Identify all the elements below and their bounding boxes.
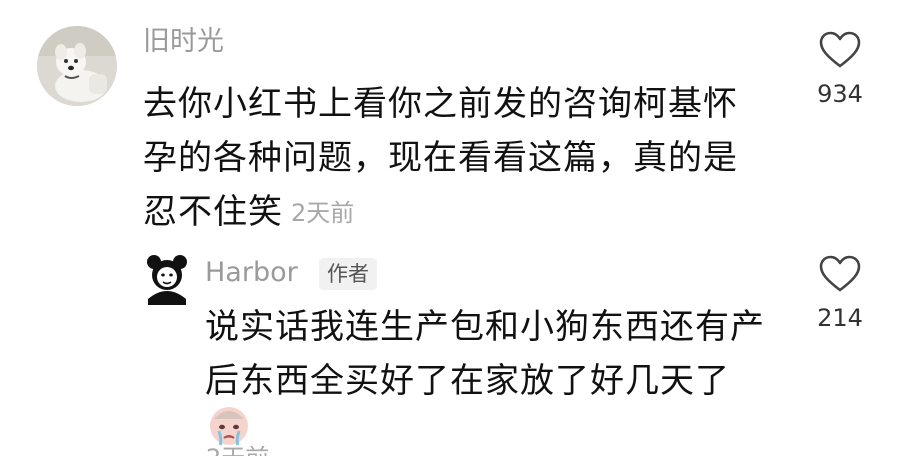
comment-like-count: 934	[817, 80, 863, 108]
crying-face-emoji-icon	[206, 401, 252, 447]
heart-outline-icon	[819, 31, 861, 68]
reply-like-button[interactable]: 214	[811, 254, 869, 330]
avatar-meme[interactable]	[142, 255, 192, 307]
reply-text[interactable]: 说实话我连生产包和小狗东西还有产后东西全买好了在家放了好几天了	[205, 300, 795, 408]
comment-text[interactable]: 去你小红书上看你之前发的咨询柯基怀孕的各种问题，现在看看这篇，真的是忍不住笑 2天…	[143, 77, 743, 240]
reply-timestamp: 2天前	[206, 446, 269, 456]
avatar-dog[interactable]	[37, 26, 117, 106]
comment-like-button[interactable]: 934	[811, 30, 869, 106]
heart-outline-icon	[819, 255, 861, 292]
author-badge: 作者	[319, 258, 377, 290]
dog-avatar-image	[37, 26, 117, 106]
comment-timestamp: 2天前	[291, 199, 355, 227]
reply-like-count: 214	[817, 304, 863, 332]
reply-username[interactable]: Harbor	[205, 259, 298, 286]
comment-username[interactable]: 旧时光	[143, 28, 224, 55]
comment-section: 旧时光 去你小红书上看你之前发的咨询柯基怀孕的各种问题，现在看看这篇，真的是忍不…	[0, 0, 900, 456]
panda-meme-avatar-image	[142, 255, 192, 307]
comment-body: 去你小红书上看你之前发的咨询柯基怀孕的各种问题，现在看看这篇，真的是忍不住笑	[143, 84, 738, 232]
